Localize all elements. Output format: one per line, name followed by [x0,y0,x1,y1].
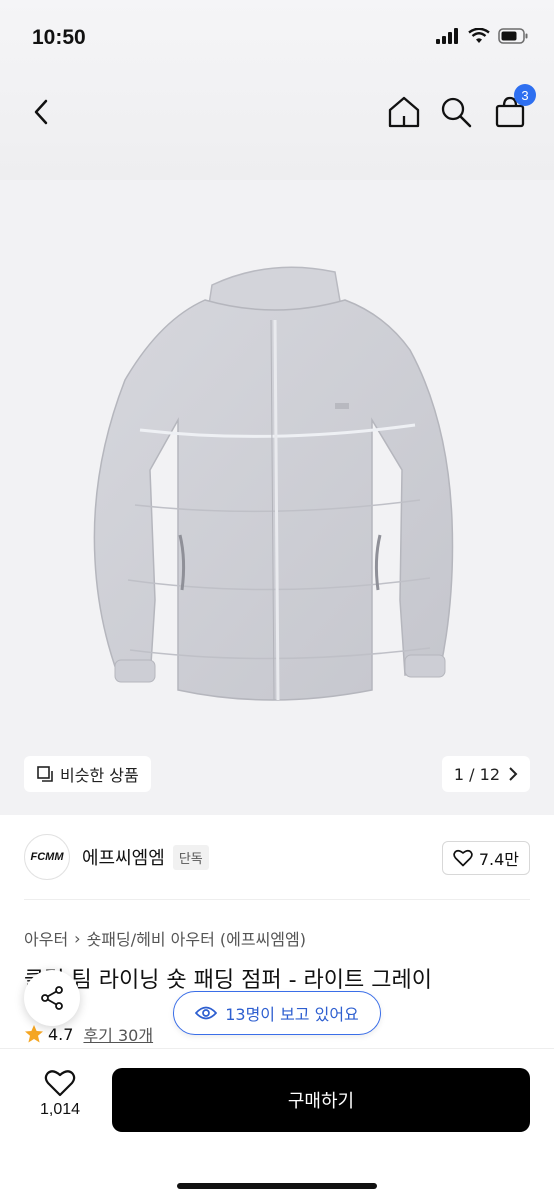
battery-icon [498,28,528,44]
back-button[interactable] [24,94,60,130]
search-button[interactable] [436,92,476,132]
home-indicator [177,1183,377,1189]
status-time: 10:50 [32,26,86,49]
heart-icon [453,849,473,867]
eye-icon [195,1006,218,1020]
bottom-action-bar: 1,014 구매하기 [0,1048,554,1200]
breadcrumb-separator: › [74,928,81,948]
breadcrumb-short-padding[interactable]: 숏패딩/헤비 아우터 (에프씨엠엠) [87,926,306,950]
reviews-link[interactable]: 후기 30개 [83,1022,153,1046]
brand-row[interactable]: FCMM 에프씨엠엠 단독 7.4만 [24,833,530,881]
brand-like-button[interactable]: 7.4만 [441,841,530,875]
breadcrumb-outer[interactable]: 아우터 [24,926,68,950]
home-button[interactable] [384,92,424,132]
copy-icon [37,766,53,782]
image-pager-button[interactable]: 1 / 12 [441,756,530,792]
star-icon [25,1025,43,1043]
cart-count-badge: 3 [514,84,536,106]
home-icon [388,96,420,128]
wishlist-count: 1,014 [39,1101,81,1118]
viewers-pill: 13명이 보고 있어요 [173,991,381,1035]
similar-products-label: 비슷한 상품 [60,766,139,785]
wifi-icon [468,28,490,43]
signal-icon [436,28,458,44]
rating-row[interactable]: 4.7 후기 30개 [24,1022,153,1046]
product-title: 클럽 팀 라이닝 숏 패딩 점퍼 - 라이트 그레이 [24,968,432,993]
brand-name[interactable]: 에프씨엠엠 [82,844,165,870]
cart-button[interactable]: 3 [492,84,536,130]
image-pager-label: 1 / 12 [453,764,500,784]
status-bar: 10:50 [0,0,554,80]
divider [24,899,530,900]
brand-logo[interactable]: FCMM [24,834,70,880]
breadcrumb: 아우터 › 숏패딩/헤비 아우터 (에프씨엠엠) [24,926,306,950]
exclusive-badge: 단독 [172,844,209,870]
buy-button[interactable]: 구매하기 [112,1068,530,1132]
search-icon [441,97,472,128]
share-icon [41,986,63,1010]
share-button[interactable] [24,970,80,1026]
chevron-left-icon [34,99,48,125]
wishlist-button[interactable]: 1,014 [22,1069,98,1133]
heart-icon [44,1070,76,1097]
viewers-label: 13명이 보고 있어요 [225,1005,359,1024]
chevron-right-icon [509,767,518,781]
similar-products-button[interactable]: 비슷한 상품 [24,756,151,792]
status-icons [436,28,528,44]
brand-like-count: 7.4만 [478,850,519,869]
rating-score: 4.7 [48,1024,74,1044]
